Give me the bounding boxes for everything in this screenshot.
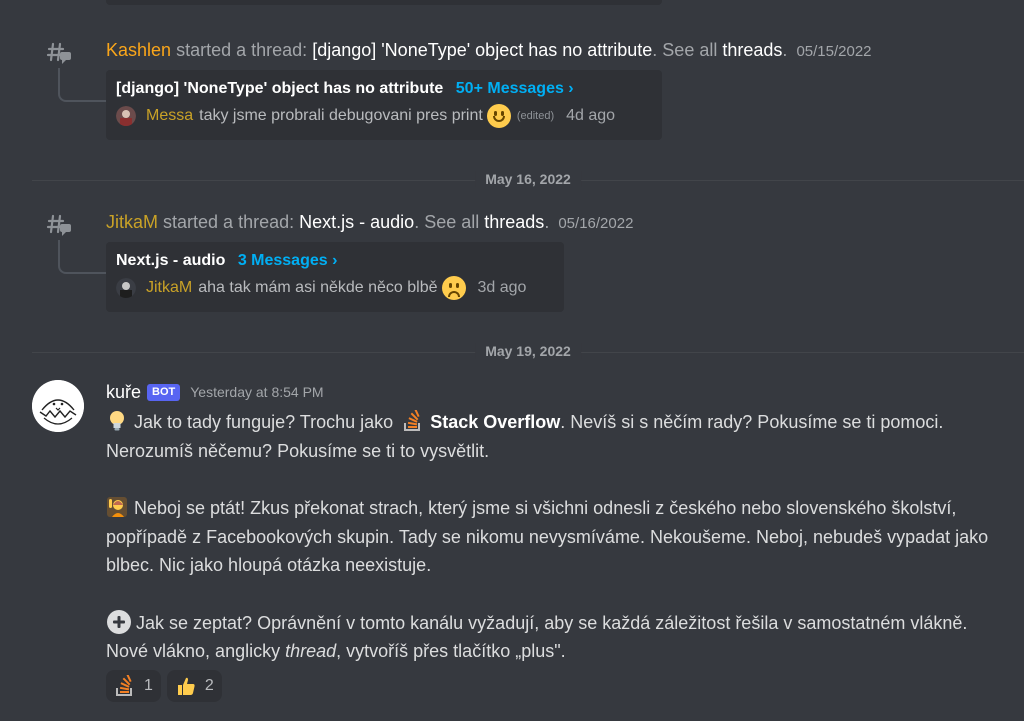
see-all-suffix: . bbox=[782, 40, 788, 60]
thread-connector bbox=[58, 68, 106, 102]
message-paragraph: Neboj se ptát! Zkus překonat strach, kte… bbox=[106, 494, 1012, 580]
event-date: 05/16/2022 bbox=[558, 215, 634, 232]
see-all-threads-link[interactable]: threads bbox=[722, 40, 782, 60]
see-all-prefix: . See all bbox=[414, 212, 480, 232]
card-message-count-link[interactable]: 50+ Messages › bbox=[456, 80, 574, 97]
plus-icon bbox=[107, 609, 131, 634]
previous-card-edge bbox=[106, 0, 662, 5]
event-action: started a thread: bbox=[176, 40, 308, 60]
last-reply-text: taky jsme probrali debugovani pres print bbox=[199, 107, 483, 124]
thread-event-text: JitkaM started a thread: Next.js - audio… bbox=[106, 210, 633, 236]
message-paragraph: Jak se zeptat? Oprávnění v tomto kanálu … bbox=[106, 609, 1012, 666]
message-text: , vytvoříš přes tlačítko „plus". bbox=[336, 641, 566, 661]
see-all-threads-link[interactable]: threads bbox=[484, 212, 544, 232]
date-divider: May 19, 2022 bbox=[32, 343, 1024, 359]
stackoverflow-icon bbox=[116, 675, 132, 696]
last-reply-time: 3d ago bbox=[477, 279, 527, 296]
thread-preview-card[interactable]: [django] 'NoneType' object has no attrib… bbox=[106, 70, 662, 140]
event-author[interactable]: Kashlen bbox=[106, 40, 171, 60]
last-reply-text: aha tak mám asi někde něco blbě bbox=[198, 279, 438, 296]
last-reply-time: 4d ago bbox=[566, 107, 616, 124]
reaction-stackoverflow[interactable]: 1 bbox=[106, 670, 161, 702]
card-thread-title: [django] 'NoneType' object has no attrib… bbox=[116, 80, 444, 97]
edited-label: (edited) bbox=[516, 110, 555, 122]
message-bold-text: Stack Overflow bbox=[430, 412, 561, 432]
reaction-count: 1 bbox=[144, 677, 153, 694]
thread-icon bbox=[46, 42, 71, 64]
light-bulb-icon bbox=[110, 411, 124, 431]
date-divider-label: May 16, 2022 bbox=[475, 171, 581, 187]
avatar bbox=[116, 106, 136, 126]
date-divider-label: May 19, 2022 bbox=[475, 343, 581, 359]
person-raising-hand-icon bbox=[107, 497, 127, 517]
thread-icon bbox=[46, 214, 71, 236]
frowning-face-icon bbox=[441, 276, 466, 300]
slightly-smiling-face-icon bbox=[486, 104, 511, 128]
event-date: 05/15/2022 bbox=[796, 43, 872, 60]
message-header: kuře BOT Yesterday at 8:54 PM bbox=[106, 380, 324, 404]
see-all-prefix: . See all bbox=[652, 40, 718, 60]
card-message-count-link[interactable]: 3 Messages › bbox=[238, 252, 338, 269]
avatar bbox=[116, 278, 136, 298]
stackoverflow-icon bbox=[404, 410, 421, 431]
thread-event-text: Kashlen started a thread: [django] 'None… bbox=[106, 38, 872, 64]
message-italic-text: thread bbox=[285, 641, 337, 661]
bot-avatar[interactable] bbox=[32, 380, 84, 432]
date-divider: May 16, 2022 bbox=[32, 171, 1024, 187]
thumbs-up-icon bbox=[177, 677, 195, 695]
chick-avatar-icon bbox=[32, 380, 84, 432]
thread-connector bbox=[58, 240, 106, 274]
message-author[interactable]: kuře bbox=[106, 380, 141, 404]
message-text: Jak to tady funguje? Trochu jako bbox=[134, 412, 394, 432]
bot-badge: BOT bbox=[147, 383, 181, 401]
reaction-count: 2 bbox=[204, 677, 214, 694]
reactions-bar: 1 2 bbox=[106, 670, 222, 702]
card-thread-title: Next.js - audio bbox=[116, 252, 226, 269]
message-content: Jak to tady funguje? Trochu jako Stack O… bbox=[106, 408, 1012, 666]
see-all-suffix: . bbox=[544, 212, 550, 232]
reaction-thumbs-up[interactable]: 2 bbox=[166, 670, 222, 702]
message-paragraph: Jak to tady funguje? Trochu jako Stack O… bbox=[106, 408, 1012, 465]
message-text: Neboj se ptát! Zkus překonat strach, kte… bbox=[106, 498, 989, 575]
thread-preview-card[interactable]: Next.js - audio 3 Messages › JitkaM aha … bbox=[106, 242, 564, 312]
last-reply-author[interactable]: JitkaM bbox=[146, 276, 192, 300]
event-thread-name[interactable]: [django] 'NoneType' object has no attrib… bbox=[312, 40, 652, 60]
event-action: started a thread: bbox=[163, 212, 295, 232]
last-reply-author[interactable]: Messa bbox=[146, 104, 193, 128]
event-thread-name[interactable]: Next.js - audio bbox=[299, 212, 414, 232]
message-timestamp[interactable]: Yesterday at 8:54 PM bbox=[190, 380, 323, 404]
event-author[interactable]: JitkaM bbox=[106, 212, 158, 232]
